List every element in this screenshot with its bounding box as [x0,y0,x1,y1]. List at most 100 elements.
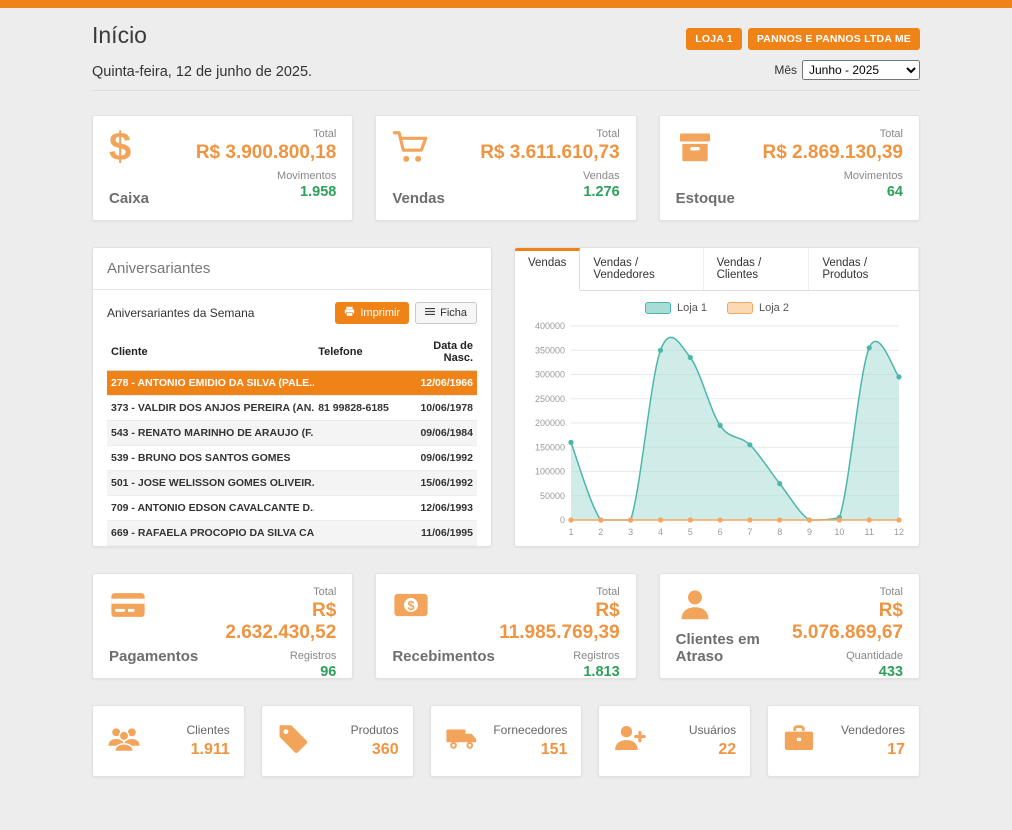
cell-telefone [314,496,410,521]
total-value: R$ 3.900.800,18 [196,142,337,164]
tab-vendas-clientes[interactable]: Vendas / Clientes [704,248,810,290]
svg-text:200000: 200000 [535,418,565,428]
count-card-label: Fornecedores [493,723,567,737]
birthday-table: Cliente Telefone Data de Nasc. 278 - ANT… [107,336,477,547]
table-row[interactable]: 669 - RAFAELA PROCOPIO DA SILVA CA...11/… [107,521,477,546]
records-label: Registros [495,650,620,662]
page-title: Início [92,22,147,49]
svg-text:250000: 250000 [535,394,565,404]
user-plus-icon [613,721,653,761]
svg-text:1: 1 [568,527,573,537]
chart-legend: Loja 1 Loja 2 [515,291,919,316]
svg-text:4: 4 [658,527,663,537]
total-value: R$ 5.076.869,67 [787,600,903,644]
cell-cliente: 501 - JOSE WELISSON GOMES OLIVEIR... [107,471,314,496]
movements-value: 1.958 [196,184,337,200]
total-value: R$ 11.985.769,39 [495,600,620,644]
count-card-label: Vendedores [841,723,905,737]
svg-text:8: 8 [777,527,782,537]
cell-telefone [314,471,410,496]
print-button-label: Imprimir [360,307,400,319]
cell-cliente: 373 - VALDIR DOS ANJOS PEREIRA (AN... [107,396,314,421]
produtos-count-card: Produtos 360 [261,705,414,777]
people-icon [107,721,147,761]
cell-cliente: 543 - RENATO MARINHO DE ARAUJO (F... [107,421,314,446]
usuarios-count-card: Usuários 22 [598,705,751,777]
movements-label: Movimentos [196,170,337,182]
table-row[interactable]: 543 - RENATO MARINHO DE ARAUJO (F... 09/0… [107,421,477,446]
quantity-label: Quantidade [787,650,903,662]
caixa-card: $ Caixa Total R$ 3.900.800,18 Movimentos… [92,115,353,221]
cell-cliente: 709 - ANTONIO EDSON CAVALCANTE D... [107,496,314,521]
count-card-label: Produtos [351,723,399,737]
quantity-value: 433 [787,664,903,680]
total-label: Total [198,586,336,598]
chart-tabs: Vendas Vendas / Vendedores Vendas / Clie… [515,248,919,291]
vendas-card: Vendas Total R$ 3.611.610,73 Vendas 1.27… [375,115,636,221]
svg-text:350000: 350000 [535,345,565,355]
cell-telefone: 81 99671-4146 [314,546,410,548]
total-label: Total [196,128,337,140]
sales-count-value: 1.276 [480,184,619,200]
month-select[interactable]: Junho - 2025 [802,60,920,80]
ficha-button[interactable]: Ficha [415,302,477,324]
svg-text:11: 11 [865,527,874,537]
store-button[interactable]: LOJA 1 [686,28,742,50]
legend-item-loja2: Loja 2 [727,302,789,314]
table-row[interactable]: 373 - VALDIR DOS ANJOS PEREIRA (AN...81 … [107,396,477,421]
legend-label-loja2: Loja 2 [759,302,789,314]
sales-chart-panel: Vendas Vendas / Vendedores Vendas / Clie… [514,247,920,547]
clientes-count-card: Clientes 1.911 [92,705,245,777]
count-card-value: 360 [351,741,399,759]
birthdays-subtitle: Aniversariantes da Semana [107,306,254,320]
total-label: Total [480,128,619,140]
count-card-label: Usuários [689,723,736,737]
dollar-icon: $ [109,128,149,168]
movements-label: Movimentos [762,170,903,182]
records-value: 96 [198,664,336,680]
clientes-atraso-card: Clientes em Atraso Total R$ 5.076.869,67… [659,573,920,679]
person-icon [676,586,716,626]
cell-nasc: 10/06/1978 [410,396,477,421]
tab-vendas[interactable]: Vendas [515,248,580,291]
credit-card-icon [109,586,149,626]
cell-nasc: 12/06/1966 [410,371,477,396]
svg-text:$: $ [408,599,415,613]
total-value: R$ 2.632.430,52 [198,600,336,644]
svg-text:12: 12 [894,527,904,537]
table-row[interactable]: 278 - ANTONIO EMIDIO DA SILVA (PALE...12… [107,371,477,396]
recebimentos-card: $ Recebimentos Total R$ 11.985.769,39 Re… [375,573,636,679]
svg-text:300000: 300000 [535,370,565,380]
stat-card-label: Pagamentos [109,648,198,665]
tab-vendas-vendedores[interactable]: Vendas / Vendedores [580,248,703,290]
tab-vendas-produtos[interactable]: Vendas / Produtos [809,248,919,290]
company-button[interactable]: PANNOS E PANNOS LTDA ME [748,28,920,50]
svg-text:5: 5 [688,527,693,537]
column-header-cliente: Cliente [107,336,314,371]
svg-text:3: 3 [628,527,633,537]
top-accent-bar [0,0,1012,8]
sales-count-label: Vendas [480,170,619,182]
dashboard: Início LOJA 1 PANNOS E PANNOS LTDA ME Qu… [92,8,920,777]
table-row[interactable]: 709 - ANTONIO EDSON CAVALCANTE D... 12/06… [107,496,477,521]
svg-text:0: 0 [560,515,565,525]
cell-nasc: 09/06/1992 [410,446,477,471]
cell-nasc: 09/06/1984 [410,421,477,446]
legend-swatch-loja2 [727,302,753,314]
print-button[interactable]: Imprimir [335,302,409,324]
legend-swatch-loja1 [645,302,671,314]
table-row[interactable]: 501 - JOSE WELISSON GOMES OLIVEIR...15/0… [107,471,477,496]
total-label: Total [495,586,620,598]
table-row[interactable]: 309 - ANA SEVERINA PAES DA SILVA81 99671… [107,546,477,548]
total-value: R$ 3.611.610,73 [480,142,619,164]
cell-cliente: 309 - ANA SEVERINA PAES DA SILVA [107,546,314,548]
table-row[interactable]: 539 - BRUNO DOS SANTOS GOMES09/06/1992 [107,446,477,471]
cell-nasc: 11/06/1995 [410,521,477,546]
cell-nasc: 12/06/1993 [410,496,477,521]
movements-value: 64 [762,184,903,200]
stat-card-label: Recebimentos [392,648,495,665]
count-card-label: Clientes [186,723,229,737]
cell-telefone [314,371,410,396]
svg-text:9: 9 [807,527,812,537]
ficha-button-label: Ficha [440,307,467,319]
